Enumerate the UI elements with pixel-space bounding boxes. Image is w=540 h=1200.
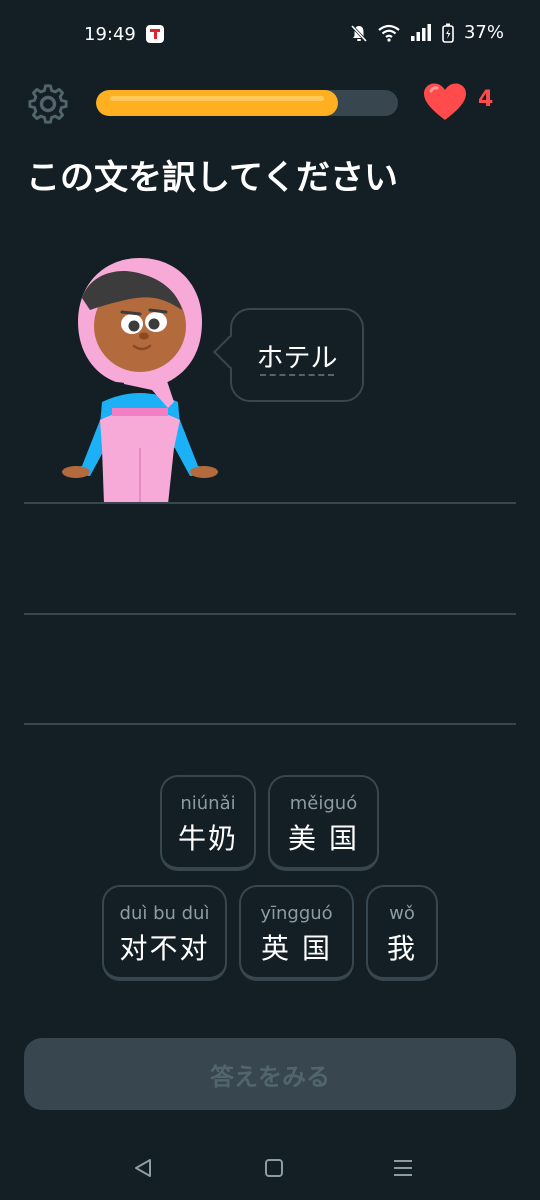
word-tile-hanzi: 英 国	[261, 932, 332, 965]
signal-icon	[410, 23, 431, 41]
back-triangle-icon[interactable]	[130, 1154, 158, 1182]
answer-line[interactable]	[24, 723, 516, 725]
word-tile-pinyin: wǒ	[389, 903, 415, 924]
system-navigation-bar	[0, 1134, 540, 1200]
recents-menu-icon[interactable]	[389, 1154, 417, 1182]
answer-line[interactable]	[24, 613, 516, 615]
word-tile-niunai[interactable]: niúnǎi 牛奶	[160, 775, 256, 871]
word-tile-pinyin: měiguó	[289, 793, 358, 814]
speech-text-underline	[260, 374, 334, 376]
battery-icon	[442, 23, 454, 43]
word-tile-wo[interactable]: wǒ 我	[366, 885, 438, 981]
battery-percent: 37%	[463, 22, 504, 43]
hearts-count: 4	[478, 87, 494, 112]
status-time: 19:49	[84, 24, 136, 45]
word-tile-hanzi: 美 国	[288, 822, 359, 855]
exercise-title: この文を訳してください	[26, 158, 398, 198]
word-tile-pinyin: yīngguó	[260, 903, 333, 924]
settings-gear-icon[interactable]	[26, 82, 70, 126]
home-square-icon[interactable]	[260, 1154, 288, 1182]
status-icons: 37%	[350, 22, 504, 43]
mute-icon	[350, 24, 368, 42]
word-tile-duibudui[interactable]: duì bu duì 对不对	[102, 885, 227, 981]
speech-text: ホテル	[256, 343, 338, 374]
word-tile-hanzi: 对不对	[119, 932, 210, 965]
heart-icon	[424, 83, 466, 120]
speech-bubble[interactable]: ホテル	[213, 308, 364, 402]
character-illustration	[62, 258, 218, 504]
wifi-icon	[378, 24, 400, 42]
word-tile-meiguo[interactable]: měiguó 美 国	[268, 775, 379, 871]
app-notification-icon	[146, 25, 164, 43]
word-tile-pinyin: niúnǎi	[180, 793, 236, 814]
lesson-progress-fill	[96, 90, 338, 116]
word-tile-pinyin: duì bu duì	[119, 903, 210, 924]
lesson-progress-bar	[96, 90, 398, 116]
lesson-header: 4	[0, 70, 540, 136]
check-answer-button[interactable]: 答えをみる	[24, 1038, 516, 1110]
status-bar: 19:49 37%	[0, 0, 540, 70]
word-tile-hanzi: 我	[386, 932, 417, 965]
word-tile-hanzi: 牛奶	[177, 822, 238, 855]
answer-line[interactable]	[24, 502, 516, 504]
word-tile-yingguo[interactable]: yīngguó 英 国	[239, 885, 354, 981]
